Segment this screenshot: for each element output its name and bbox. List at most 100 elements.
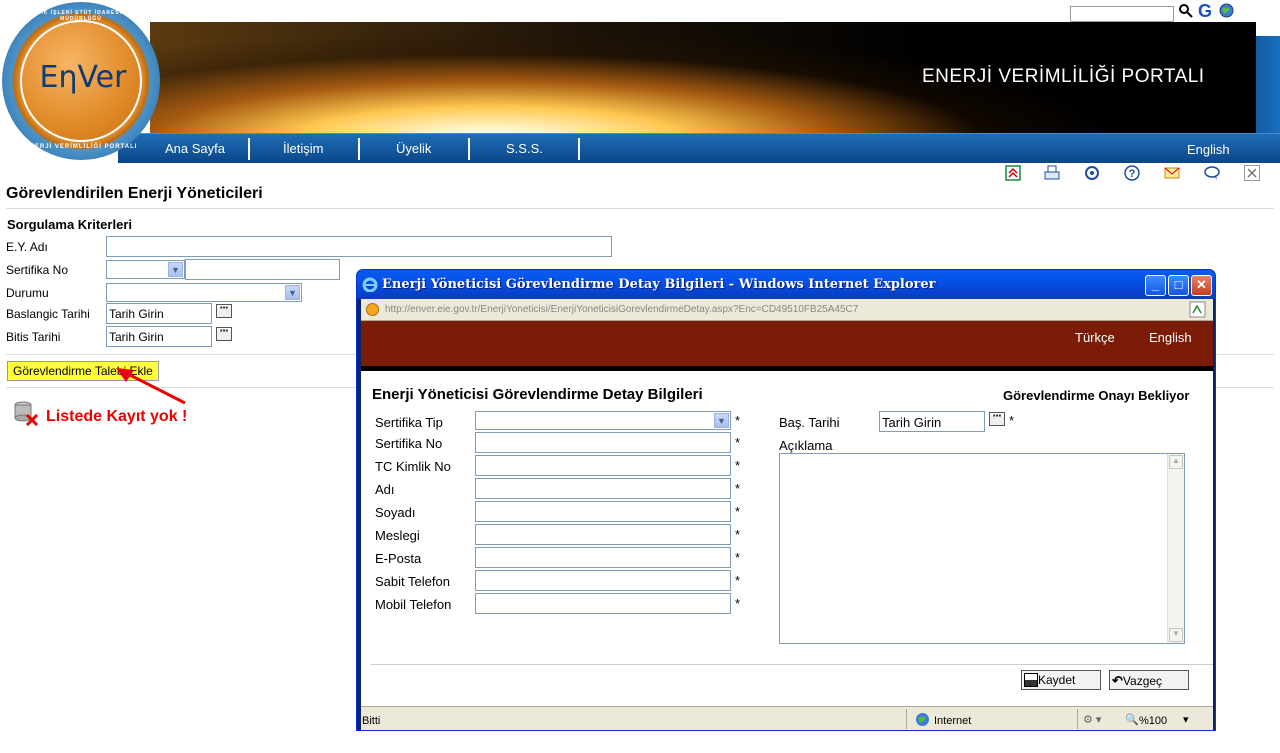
- zone-text: Internet: [934, 715, 972, 727]
- form-title: Enerji Yöneticisi Görevlendirme Detay Bi…: [372, 386, 703, 403]
- bas-tarihi-input[interactable]: Tarih Girin: [879, 411, 985, 432]
- nav-english-link[interactable]: English: [1187, 142, 1230, 157]
- field-label: Sertifika Tip: [375, 415, 443, 430]
- portal-title: ENERJİ VERİMLİLİĞİ PORTALI: [922, 66, 1205, 87]
- required-mark: *: [735, 435, 741, 450]
- red-arrow-annotation: [116, 368, 186, 405]
- logo-text: EηVer: [39, 60, 127, 95]
- page-icon: [366, 303, 379, 316]
- mobil-telefon-field[interactable]: [475, 593, 731, 614]
- calendar-icon[interactable]: ▪▪▪: [216, 327, 232, 341]
- nav-ana-sayfa[interactable]: Ana Sayfa: [165, 141, 225, 156]
- required-mark: *: [735, 458, 741, 473]
- logo-ring-text-bottom: ENERJİ VERİMLİLİĞİ PORTALI: [24, 144, 138, 150]
- undo-icon: ↶: [1112, 673, 1123, 688]
- lang-turkce-link[interactable]: Türkçe: [1075, 330, 1115, 345]
- sabit-telefon-field[interactable]: [475, 570, 731, 591]
- required-mark: *: [735, 527, 741, 542]
- popup-titlebar[interactable]: Enerji Yöneticisi Görevlendirme Detay Bi…: [357, 270, 1215, 299]
- close-window-button[interactable]: ✕: [1191, 275, 1212, 296]
- ey-adi-input[interactable]: [106, 236, 612, 257]
- tc-kimlik-no-field[interactable]: [475, 455, 731, 476]
- required-mark: *: [735, 481, 741, 496]
- globe-icon[interactable]: [1219, 3, 1234, 18]
- field-label: Meslegi: [375, 528, 420, 543]
- scroll-up-icon[interactable]: ▲: [1169, 455, 1183, 469]
- svg-text:?: ?: [1129, 168, 1136, 180]
- sertifika-no-field[interactable]: [475, 432, 731, 453]
- field-label: Mobil Telefon: [375, 597, 452, 612]
- no-records-message: Listede Kayıt yok !: [46, 408, 188, 425]
- calendar-icon[interactable]: ▪▪▪: [216, 304, 232, 318]
- divider: [906, 709, 907, 729]
- address-bar[interactable]: http://enver.eie.gov.tr/EnerjiYoneticisi…: [361, 299, 1213, 321]
- e-posta-field[interactable]: [475, 547, 731, 568]
- compatibility-icon[interactable]: [1189, 301, 1206, 318]
- site-search-input[interactable]: [1070, 6, 1174, 22]
- baslangic-tarihi-label: Baslangic Tarihi: [6, 307, 90, 321]
- chevron-down-icon[interactable]: ▾: [1183, 713, 1189, 726]
- logo-badge: EηVer: [20, 20, 142, 142]
- save-button[interactable]: Kaydet: [1021, 670, 1101, 690]
- zoom-level[interactable]: %100: [1139, 715, 1167, 727]
- save-label: Kaydet: [1038, 673, 1076, 687]
- scrollbar[interactable]: ▲ ▼: [1167, 454, 1184, 643]
- adi-field[interactable]: [475, 478, 731, 499]
- field-label: Sertifika No: [375, 436, 443, 451]
- print-icon[interactable]: [1043, 164, 1061, 182]
- scroll-down-icon[interactable]: ▼: [1169, 628, 1183, 642]
- settings-icon[interactable]: [1083, 164, 1101, 182]
- bitis-tarihi-input[interactable]: Tarih Girin: [106, 326, 212, 347]
- sertifika-tip-select[interactable]: ▼: [475, 411, 731, 430]
- ie-status-bar: Bitti Internet ⚙ ▾ 🔍 %100 ▾: [361, 706, 1213, 730]
- nav-uyelik[interactable]: Üyelik: [396, 141, 431, 156]
- criteria-title: Sorgulama Kriterleri: [7, 217, 132, 232]
- field-label: Adı: [375, 482, 395, 497]
- google-icon[interactable]: G: [1198, 1, 1212, 22]
- calendar-icon[interactable]: ▪▪▪: [989, 412, 1005, 426]
- search-icon[interactable]: [1178, 3, 1194, 19]
- chevron-down-icon: ▼: [168, 262, 183, 277]
- main-nav: Ana Sayfa İletişim Üyelik S.S.S. English: [118, 133, 1280, 163]
- baslangic-tarihi-input[interactable]: Tarih Girin: [106, 303, 212, 324]
- sertifika-type-select[interactable]: ▼: [106, 260, 185, 279]
- bitis-tarihi-label: Bitis Tarihi: [6, 330, 61, 344]
- divider: [371, 664, 1213, 665]
- nav-sss[interactable]: S.S.S.: [506, 141, 543, 156]
- field-label: TC Kimlik No: [375, 459, 451, 474]
- required-mark: *: [735, 550, 741, 565]
- chevron-down-icon: ▼: [714, 413, 729, 428]
- help-icon[interactable]: ?: [1123, 164, 1141, 182]
- field-label: Soyadı: [375, 505, 416, 520]
- close-icon[interactable]: [1243, 164, 1261, 182]
- soyadi-field[interactable]: [475, 501, 731, 522]
- protected-mode-icon[interactable]: ⚙ ▾: [1083, 713, 1101, 726]
- nav-separator: [468, 138, 470, 160]
- durumu-select[interactable]: ▼: [106, 283, 302, 302]
- sertifika-no-input[interactable]: [185, 259, 340, 280]
- lang-english-link[interactable]: English: [1149, 330, 1192, 345]
- comment-icon[interactable]: [1203, 164, 1221, 182]
- zoom-icon[interactable]: 🔍: [1125, 713, 1139, 726]
- address-url[interactable]: http://enver.eie.gov.tr/EnerjiYoneticisi…: [385, 304, 858, 315]
- header-banner: ENERJİ VERİMLİLİĞİ PORTALI: [150, 22, 1256, 133]
- cancel-button[interactable]: ↶Vazgeç: [1109, 670, 1189, 690]
- aciklama-textarea[interactable]: ▲ ▼: [779, 453, 1185, 644]
- save-icon: [1024, 673, 1038, 687]
- database-error-icon: [14, 401, 39, 427]
- minimize-button[interactable]: _: [1145, 275, 1166, 296]
- meslegi-field[interactable]: [475, 524, 731, 545]
- nav-separator: [578, 138, 580, 160]
- popup-body: http://enver.eie.gov.tr/EnerjiYoneticisi…: [361, 299, 1213, 730]
- ie-icon: [362, 277, 378, 292]
- top-of-page-icon[interactable]: [1004, 164, 1022, 182]
- mail-icon[interactable]: [1163, 164, 1181, 182]
- maximize-button[interactable]: □: [1168, 275, 1189, 296]
- popup-language-bar: Türkçe English: [361, 321, 1213, 371]
- chevron-down-icon: ▼: [285, 285, 300, 300]
- status-text: Bitti: [362, 715, 381, 727]
- enver-logo[interactable]: ELEKTRİK İŞLERİ ETÜT İDARESİ GENEL MÜDÜR…: [2, 2, 160, 160]
- nav-iletisim[interactable]: İletişim: [283, 141, 323, 156]
- ie-popup-window: Enerji Yöneticisi Görevlendirme Detay Bi…: [356, 269, 1216, 731]
- sertifika-no-label: Sertifika No: [6, 263, 69, 277]
